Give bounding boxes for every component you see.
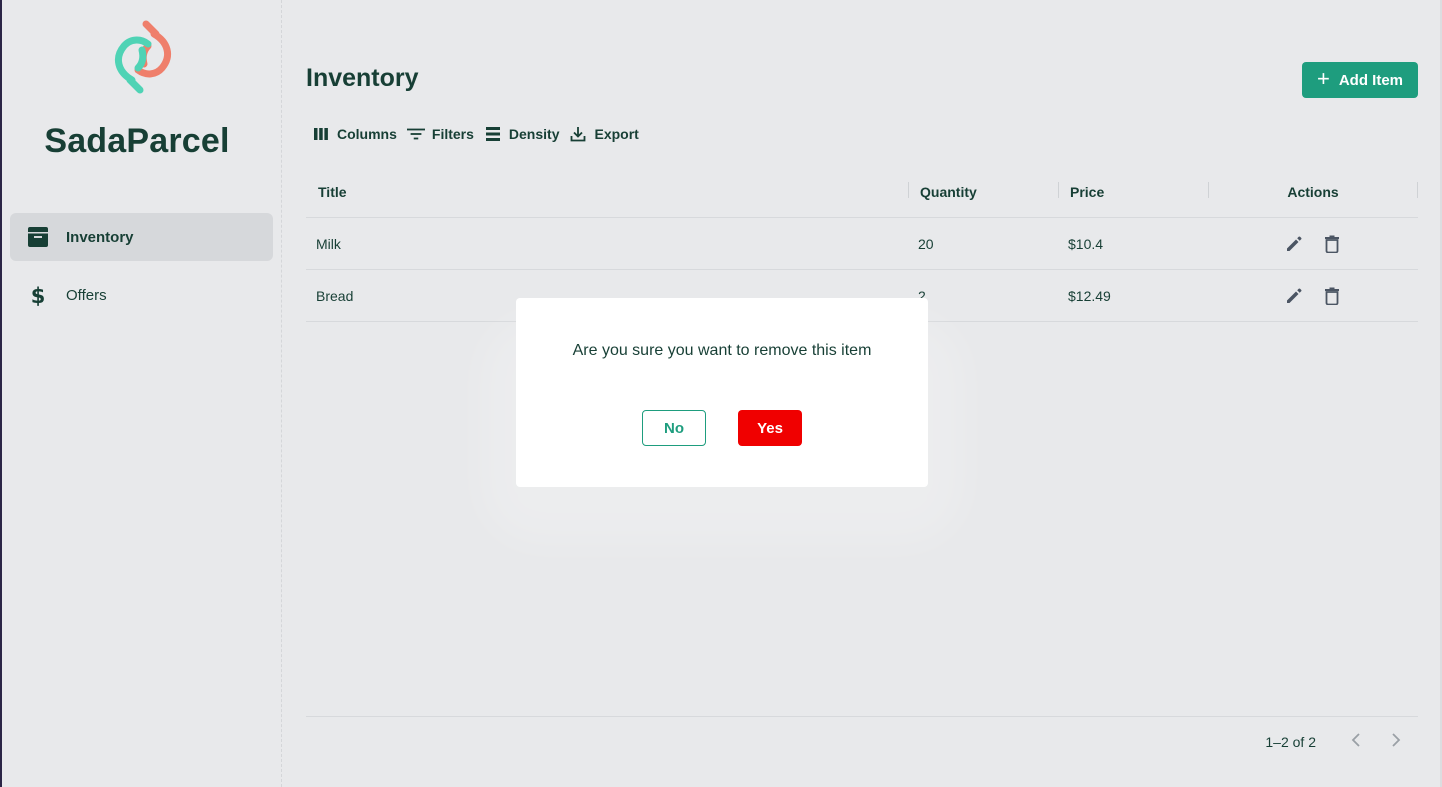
column-header-title[interactable]: Title — [318, 166, 347, 218]
app-window: SadaParcel Inventory $ Offers Inventory — [0, 0, 1442, 787]
sidebar-item-label: Inventory — [66, 228, 134, 246]
previous-page-button[interactable] — [1344, 730, 1368, 754]
delete-icon[interactable] — [1322, 234, 1342, 254]
archive-box-icon — [27, 226, 49, 248]
column-header-price[interactable]: Price — [1070, 166, 1104, 218]
table-header: Title Quantity Price Actions — [306, 166, 1418, 218]
chevron-right-icon — [1391, 732, 1401, 752]
column-header-quantity[interactable]: Quantity — [920, 166, 977, 218]
sidebar-item-label: Offers — [66, 286, 107, 304]
columns-label: Columns — [337, 126, 397, 142]
plus-icon: + — [1316, 66, 1330, 91]
columns-icon — [312, 125, 330, 143]
page-title: Inventory — [306, 64, 419, 92]
column-separator — [1417, 182, 1418, 198]
cell-quantity: 20 — [918, 236, 934, 252]
add-item-button[interactable]: + Add Item — [1302, 62, 1418, 98]
filters-label: Filters — [431, 126, 474, 142]
cell-title: Bread — [316, 288, 354, 304]
density-icon — [484, 125, 502, 143]
edit-icon[interactable] — [1284, 286, 1304, 306]
delete-icon[interactable] — [1322, 286, 1342, 306]
download-icon — [569, 125, 587, 143]
no-button[interactable]: No — [642, 410, 706, 446]
table-row[interactable]: Milk 20 $10.4 — [306, 218, 1418, 270]
sidebar: SadaParcel Inventory $ Offers — [2, 0, 282, 787]
export-button[interactable]: Export — [569, 125, 639, 143]
cell-title: Milk — [316, 236, 341, 252]
column-header-actions: Actions — [1287, 184, 1339, 200]
sidebar-item-offers[interactable]: $ Offers — [10, 271, 273, 319]
chevron-left-icon — [1351, 732, 1361, 752]
export-label: Export — [594, 126, 639, 142]
next-page-button[interactable] — [1384, 730, 1408, 754]
svg-text:$: $ — [31, 284, 46, 306]
brand-name: SadaParcel — [44, 122, 230, 160]
add-item-label: Add Item — [1338, 71, 1404, 89]
yes-button[interactable]: Yes — [738, 410, 802, 446]
cell-price: $12.49 — [1068, 288, 1111, 304]
sidebar-item-inventory[interactable]: Inventory — [10, 213, 273, 261]
confirm-remove-dialog: Are you sure you want to remove this ite… — [516, 298, 928, 487]
dialog-message: Are you sure you want to remove this ite… — [572, 342, 872, 359]
filters-button[interactable]: Filters — [406, 125, 474, 143]
column-separator[interactable] — [1058, 182, 1059, 198]
dollar-sign-icon: $ — [27, 284, 49, 306]
sadaparcel-logo-icon — [110, 20, 176, 94]
density-button[interactable]: Density — [484, 125, 560, 143]
table-footer-divider — [306, 716, 1418, 717]
edit-icon[interactable] — [1284, 234, 1304, 254]
filter-icon — [406, 125, 425, 143]
columns-button[interactable]: Columns — [312, 125, 397, 143]
cell-price: $10.4 — [1068, 236, 1104, 252]
grid-toolbar: Columns Filters Density Export — [312, 122, 649, 146]
density-label: Density — [508, 126, 560, 142]
pagination-range: 1–2 of 2 — [1265, 734, 1316, 750]
column-separator[interactable] — [908, 182, 909, 198]
